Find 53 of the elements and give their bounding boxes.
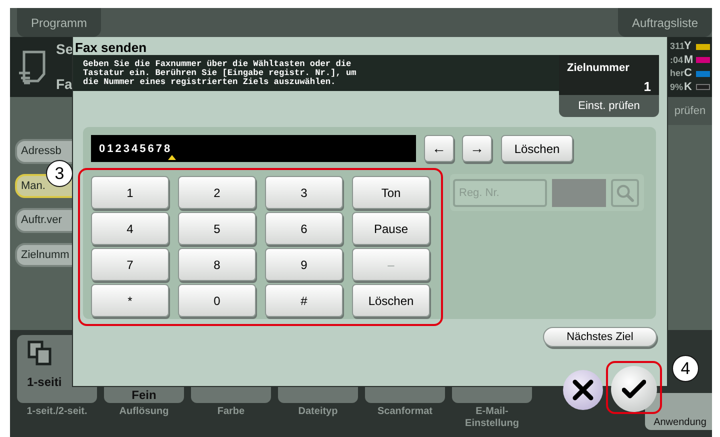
duplex-icon [27, 340, 53, 366]
cursor-icon [168, 155, 176, 160]
fax-number-field[interactable]: 012345678 [91, 135, 416, 162]
destination-number: 1 [644, 78, 651, 96]
keypad-key[interactable]: 4 [91, 212, 169, 245]
function-label: 1-seit./2-seit. [26, 405, 88, 418]
close-icon [572, 379, 594, 401]
check-button[interactable]: prüfen [668, 97, 712, 125]
toner-label: M [684, 54, 694, 67]
tile-value: Fein [132, 389, 156, 402]
application-button[interactable]: Anwendung [645, 393, 712, 430]
mode-label: Se [56, 40, 74, 59]
toner-label: C [684, 67, 693, 80]
highlight-frame [606, 361, 662, 414]
number-display [552, 178, 606, 206]
keypad-key[interactable]: 2 [178, 176, 256, 209]
check-icon [622, 379, 646, 399]
tile-value: 1-seiti [27, 376, 62, 389]
keypad-key[interactable]: 9 [265, 248, 343, 281]
function-label: Auflösung [118, 405, 170, 418]
function-label: Dateityp [297, 405, 339, 418]
keypad-key[interactable]: Löschen [352, 284, 430, 317]
toner-label: K [684, 80, 693, 94]
function-label: E-Mail-Einstellung [464, 405, 520, 430]
keypad-key[interactable]: 1 [91, 176, 169, 209]
check-settings-button[interactable]: Einst. prüfen [559, 95, 659, 117]
status-text: her [670, 67, 684, 80]
instruction-text: Geben Sie die Faxnummer über die Wähltasten oder die Tastatur ein. Berühren Sie [Eingabe registr. Nr.], um die Nummer eines registrierten Ziels auszuwählen. [73, 55, 559, 91]
clear-button[interactable]: Löschen [501, 135, 573, 162]
next-destination-button[interactable]: Nächstes Ziel [543, 327, 657, 347]
status-text: 311 [670, 40, 684, 53]
arrow-button[interactable]: → [462, 135, 492, 162]
keypad-key[interactable]: 8 [178, 248, 256, 281]
keypad-key[interactable]: 6 [265, 212, 343, 245]
program-tab[interactable]: Programm [17, 8, 102, 37]
status-text: :04 [670, 54, 684, 66]
keypad-key[interactable]: 5 [178, 212, 256, 245]
keypad-key[interactable]: # [265, 284, 343, 317]
destination-label: Zielnummer [567, 61, 630, 76]
dialog-title: Fax senden [74, 39, 148, 55]
keypad-key[interactable]: 7 [91, 248, 169, 281]
function-label: Scanformat [376, 405, 434, 418]
mode-label: Fa [56, 75, 74, 94]
keypad-key[interactable]: 0 [178, 284, 256, 317]
toner-label: Y [684, 40, 692, 54]
function-label: Farbe [216, 405, 246, 418]
keypad-key[interactable]: Pause [352, 212, 430, 245]
job-list-tab[interactable]: Auftragsliste [618, 8, 712, 37]
status-text: 9% [670, 80, 684, 94]
arrow-button[interactable]: ← [424, 135, 454, 162]
keypad-key[interactable]: * [91, 284, 169, 317]
keypad-key[interactable]: Ton [352, 176, 430, 209]
keypad-key[interactable]: 3 [265, 176, 343, 209]
